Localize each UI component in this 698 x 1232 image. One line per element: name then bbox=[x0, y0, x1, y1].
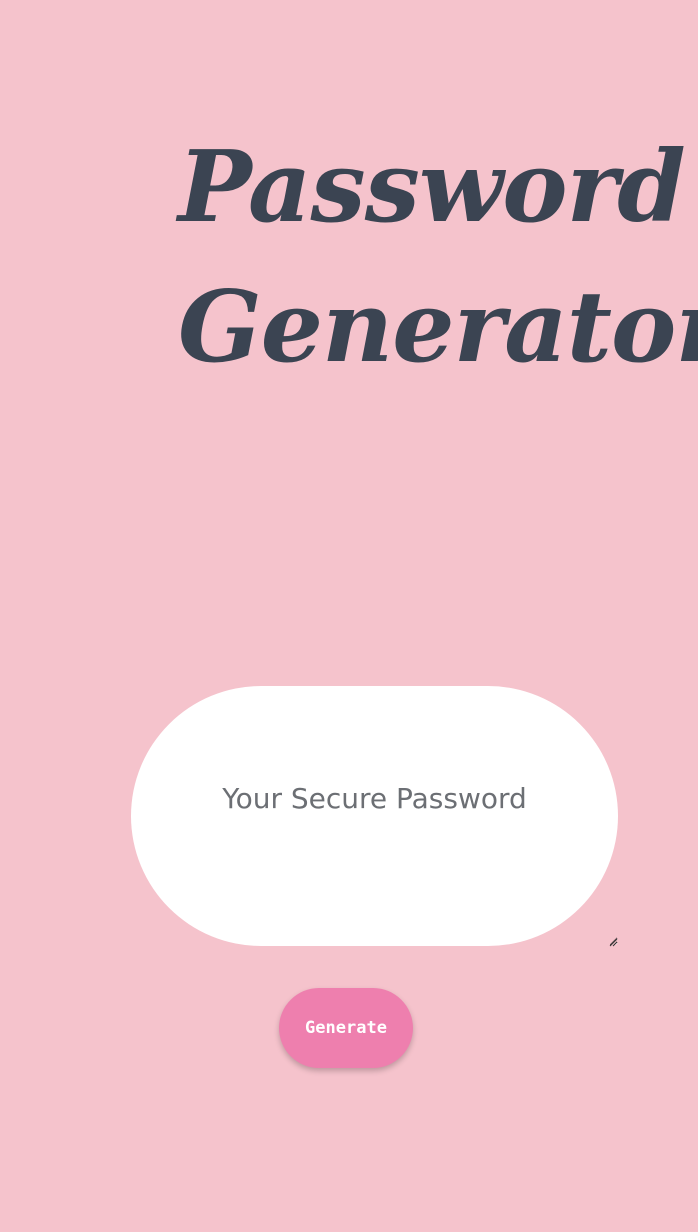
password-output-field[interactable] bbox=[131, 686, 618, 946]
page-title: Password Generator bbox=[178, 118, 698, 398]
page-title-line-1: Password bbox=[178, 130, 686, 245]
page-title-line-2: Generator bbox=[178, 270, 698, 385]
resize-handle-icon[interactable] bbox=[608, 937, 618, 947]
generate-button[interactable]: Generate bbox=[279, 988, 413, 1068]
